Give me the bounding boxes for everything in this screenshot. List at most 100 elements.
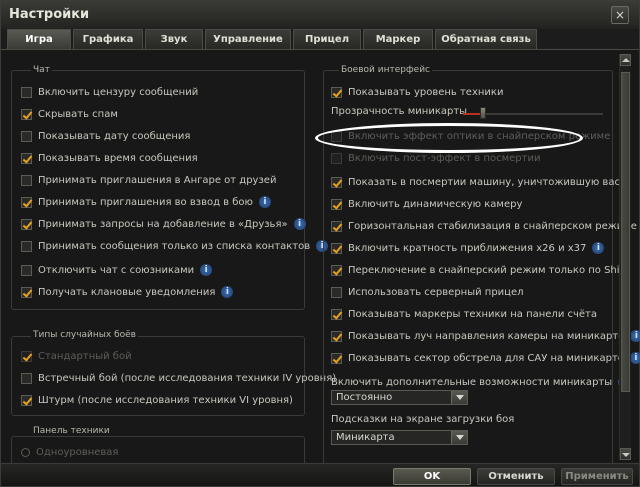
option-label: Показывать дату сообщения	[38, 130, 191, 142]
tab-feedback[interactable]: Обратная связь	[435, 29, 537, 49]
chevron-down-icon[interactable]	[451, 391, 467, 404]
battle-ui-option[interactable]: Показать в посмертии машину, уничтожившу…	[331, 174, 620, 190]
checkbox[interactable]	[21, 196, 32, 208]
checkbox[interactable]	[21, 264, 32, 276]
checkbox[interactable]	[21, 174, 32, 186]
battle-ui-option[interactable]: Включить кратность приближения x26 и x37…	[331, 240, 605, 256]
scroll-thumb[interactable]	[621, 72, 630, 392]
checkbox[interactable]	[331, 198, 342, 210]
ok-button[interactable]: OK	[393, 468, 471, 485]
option-label: Принимать сообщения только из списка кон…	[38, 240, 311, 252]
minimap-transparency-thumb[interactable]	[480, 107, 486, 119]
option-label: Встречный бой (после исследования техник…	[38, 372, 337, 384]
chat-option[interactable]: Получать клановые уведомления i	[21, 284, 234, 300]
checkbox[interactable]	[21, 394, 32, 406]
checkbox[interactable]	[331, 220, 342, 232]
tab-graphics[interactable]: Графика	[73, 29, 143, 49]
option-label: Переключение в снайперский режим только …	[348, 264, 627, 276]
checkbox[interactable]	[21, 218, 32, 230]
scroll-up-icon[interactable]	[620, 54, 631, 66]
checkbox[interactable]	[331, 86, 342, 98]
checkbox[interactable]	[21, 372, 32, 384]
chat-option[interactable]: Принимать сообщения только из списка кон…	[21, 238, 329, 254]
checkbox[interactable]	[331, 242, 342, 254]
tab-game[interactable]: Игра	[7, 29, 71, 49]
checkbox[interactable]	[21, 86, 32, 98]
tab-controls[interactable]: Управление	[205, 29, 291, 49]
battle-ui-option[interactable]: Показывать маркеры техники на панели счё…	[331, 306, 597, 322]
settings-window: Настройки × Игра Графика Звук Управление…	[0, 0, 640, 487]
vehicle-panel-title: Панель техники	[31, 426, 112, 436]
checkbox[interactable]	[21, 286, 32, 298]
option-label: Включить пост-эффект в посмертии	[348, 152, 541, 164]
info-icon[interactable]: i	[293, 218, 306, 230]
option-label: Принимать запросы на добавление в «Друзь…	[38, 218, 288, 230]
battle-ui-title: Боевой интерфейс	[339, 65, 432, 75]
chat-option[interactable]: Включить цензуру сообщений	[21, 84, 198, 100]
loading-hints-label: Подсказки на экране загрузки боя	[331, 414, 515, 425]
option-label: Показывать луч направления камеры на мин…	[348, 330, 625, 342]
checkbox[interactable]	[21, 152, 32, 164]
option-label: Включить кратность приближения x26 и x37	[348, 242, 587, 254]
chat-option[interactable]: Принимать запросы на добавление в «Друзь…	[21, 216, 306, 232]
checkbox[interactable]	[331, 352, 342, 364]
radio-button[interactable]	[21, 447, 30, 457]
scroll-down-icon[interactable]	[620, 448, 631, 460]
window-title: Настройки	[9, 7, 90, 22]
battle-type-option[interactable]: Штурм (после исследования техники VI уро…	[21, 392, 293, 408]
battle-ui-option[interactable]: Показывать сектор обстрела для САУ на ми…	[331, 350, 640, 366]
checkbox[interactable]	[331, 286, 342, 298]
tab-marker[interactable]: Маркер	[363, 29, 433, 49]
checkbox[interactable]	[331, 308, 342, 320]
apply-button[interactable]: Применить	[561, 468, 633, 485]
option-label: Показывать уровень техники	[348, 86, 504, 98]
info-icon[interactable]: i	[221, 286, 234, 298]
scrollbar[interactable]	[619, 54, 631, 460]
chat-option[interactable]: Отключить чат с союзниками i	[21, 262, 213, 278]
info-icon[interactable]: i	[592, 242, 605, 254]
title-bar[interactable]: Настройки ×	[1, 1, 639, 29]
loading-hints-select[interactable]: Миникарта	[331, 430, 468, 445]
battle-ui-option[interactable]: Использовать серверный прицел	[331, 284, 524, 300]
chat-option[interactable]: Показывать дату сообщения	[21, 128, 190, 144]
chevron-down-icon[interactable]	[451, 431, 467, 444]
footer-bar: OK Отменить Применить	[1, 463, 639, 486]
option-label: Показывать время сообщения	[38, 152, 198, 164]
info-icon[interactable]: i	[630, 330, 640, 342]
checkbox[interactable]	[331, 264, 342, 276]
chat-option[interactable]: Принимать приглашения во взвод в бою i	[21, 194, 271, 210]
battle-ui-option[interactable]: Включить динамическую камеру	[331, 196, 522, 212]
option-label: Отключить чат с союзниками	[38, 264, 195, 276]
checkbox[interactable]	[21, 130, 32, 142]
minimap-extra-select[interactable]: Постоянно	[331, 390, 468, 405]
chat-option[interactable]: Показывать время сообщения	[21, 150, 198, 166]
checkbox[interactable]	[331, 330, 342, 342]
checkbox[interactable]	[331, 176, 342, 188]
checkbox[interactable]	[21, 108, 32, 120]
cancel-button[interactable]: Отменить	[477, 468, 555, 485]
battle-type-option: Стандартный бой	[21, 348, 132, 364]
close-button[interactable]: ×	[611, 6, 629, 24]
battle-type-option[interactable]: Встречный бой (после исследования техник…	[21, 370, 336, 386]
option-label: Стандартный бой	[38, 350, 132, 362]
battle-ui-option[interactable]: Переключение в снайперский режим только …	[331, 262, 627, 278]
info-icon[interactable]: i	[629, 352, 640, 364]
info-icon[interactable]: i	[200, 264, 213, 276]
chat-group-title: Чат	[31, 65, 52, 75]
highlight-ellipse	[315, 123, 583, 153]
battle-ui-option[interactable]: Показывать уровень техники	[331, 84, 503, 100]
vehicle-panel-option[interactable]: Одноуровневая	[21, 444, 118, 460]
option-label: Принимать приглашения в Ангаре от друзей	[38, 174, 277, 186]
chat-option[interactable]: Скрывать спам	[21, 106, 118, 122]
info-icon[interactable]: i	[258, 196, 271, 208]
option-label: Показать в посмертии машину, уничтожившу…	[348, 176, 620, 188]
checkbox[interactable]	[21, 240, 32, 252]
tab-sound[interactable]: Звук	[145, 29, 203, 49]
battle-ui-option[interactable]: Горизонтальная стабилизация в снайперско…	[331, 218, 637, 234]
minimap-extra-row: Включить дополнительные возможности мини…	[331, 374, 631, 390]
tab-sight[interactable]: Прицел	[293, 29, 361, 49]
battle-ui-option[interactable]: Показывать луч направления камеры на мин…	[331, 328, 640, 344]
chat-option[interactable]: Принимать приглашения в Ангаре от друзей	[21, 172, 276, 188]
option-label: Включить динамическую камеру	[348, 198, 523, 210]
select-value: Миникарта	[336, 432, 395, 443]
